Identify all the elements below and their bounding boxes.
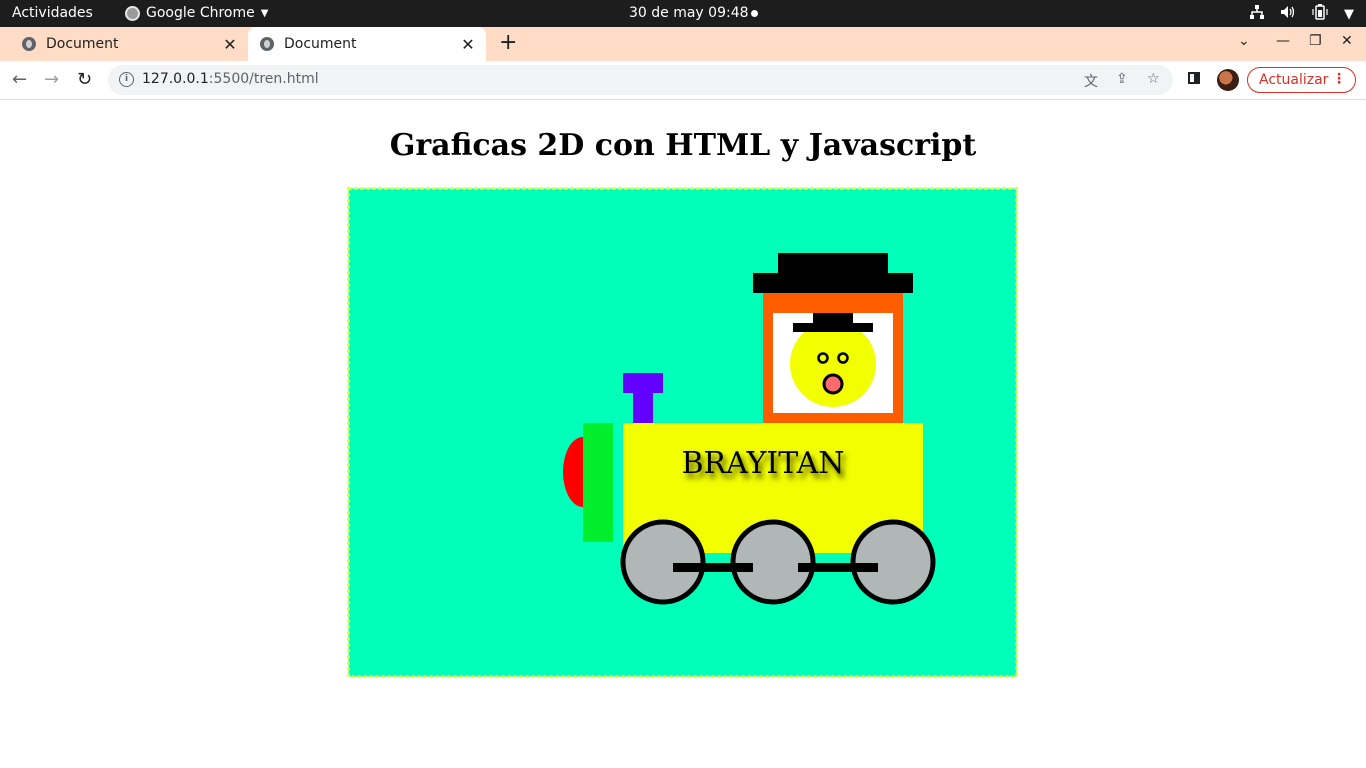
system-top-bar: Actividades Google Chrome ▼ 30 de may 09… — [0, 0, 1366, 27]
forward-button[interactable]: → — [44, 69, 59, 90]
caret-down-icon: ▼ — [260, 7, 269, 19]
tab-search-icon[interactable]: ⌄ — [1238, 33, 1250, 49]
globe-icon — [260, 37, 274, 51]
driver-hat-top — [813, 313, 853, 324]
wheel-3 — [850, 519, 936, 605]
share-icon[interactable]: ⇪ — [1116, 71, 1128, 87]
driver-hat-brim — [793, 323, 873, 332]
chimney-top — [623, 373, 663, 393]
close-icon[interactable]: ✕ — [220, 35, 240, 54]
train-canvas: BRAYITAN — [347, 187, 1018, 678]
tab-title: Document — [46, 36, 119, 52]
bookmark-star-icon[interactable]: ☆ — [1147, 71, 1160, 87]
tab-document-1[interactable]: Document ✕ — [10, 27, 248, 61]
app-menu[interactable]: Google Chrome ▼ — [125, 5, 268, 21]
update-button-label: Actualizar — [1259, 72, 1329, 88]
system-tray[interactable]: ▼ — [1250, 4, 1354, 24]
site-info-icon[interactable]: i — [119, 72, 134, 87]
restore-button[interactable]: ❐ — [1309, 33, 1322, 49]
network-icon — [1250, 5, 1264, 23]
page-title: Graficas 2D con HTML y Javascript — [389, 128, 977, 163]
address-bar[interactable]: i 127.0.0.1:5500/tren.html 文 ⇪ ☆ — [108, 65, 1173, 95]
notification-dot — [751, 10, 758, 17]
activities-button[interactable]: Actividades — [12, 5, 93, 21]
volume-icon — [1280, 5, 1296, 23]
front-bumper — [583, 423, 613, 542]
update-button[interactable]: Actualizar ⋮ — [1247, 67, 1356, 93]
cab-hat-brim — [753, 273, 913, 293]
clock[interactable]: 30 de may 09:48 — [629, 5, 749, 21]
tab-strip: Document ✕ Document ✕ — [0, 27, 1366, 61]
battery-icon — [1312, 4, 1328, 24]
wheel-1 — [620, 519, 706, 605]
caret-down-icon: ▼ — [1344, 6, 1354, 22]
train-name: BRAYITAN — [681, 446, 844, 481]
side-panel-icon[interactable] — [1188, 72, 1200, 84]
chimney-pipe — [633, 393, 653, 423]
close-window-button[interactable]: ✕ — [1341, 33, 1353, 49]
new-tab-button[interactable]: + — [499, 32, 517, 54]
axle-2 — [798, 563, 878, 572]
tab-document-2[interactable]: Document ✕ — [248, 27, 486, 61]
driver-mouth — [822, 373, 844, 395]
chrome-icon — [125, 5, 140, 21]
globe-icon — [22, 37, 36, 51]
browser-toolbar: ← → ↻ i 127.0.0.1:5500/tren.html 文 ⇪ ☆ — [0, 61, 1366, 100]
minimize-button[interactable]: — — [1276, 33, 1290, 49]
url-text[interactable]: 127.0.0.1:5500/tren.html — [142, 71, 319, 87]
close-icon[interactable]: ✕ — [458, 35, 478, 54]
cab-hat-top — [778, 253, 888, 273]
menu-dots-icon: ⋮ — [1332, 71, 1346, 87]
back-button[interactable]: ← — [12, 69, 27, 90]
profile-avatar[interactable] — [1217, 69, 1239, 91]
app-menu-label: Google Chrome — [146, 5, 255, 21]
tab-title: Document — [284, 36, 357, 52]
wheel-2 — [730, 519, 816, 605]
train-drawing: BRAYITAN — [347, 187, 1018, 678]
translate-icon[interactable]: 文 — [1084, 71, 1098, 91]
reload-button[interactable]: ↻ — [77, 69, 92, 90]
axle-1 — [673, 563, 753, 572]
